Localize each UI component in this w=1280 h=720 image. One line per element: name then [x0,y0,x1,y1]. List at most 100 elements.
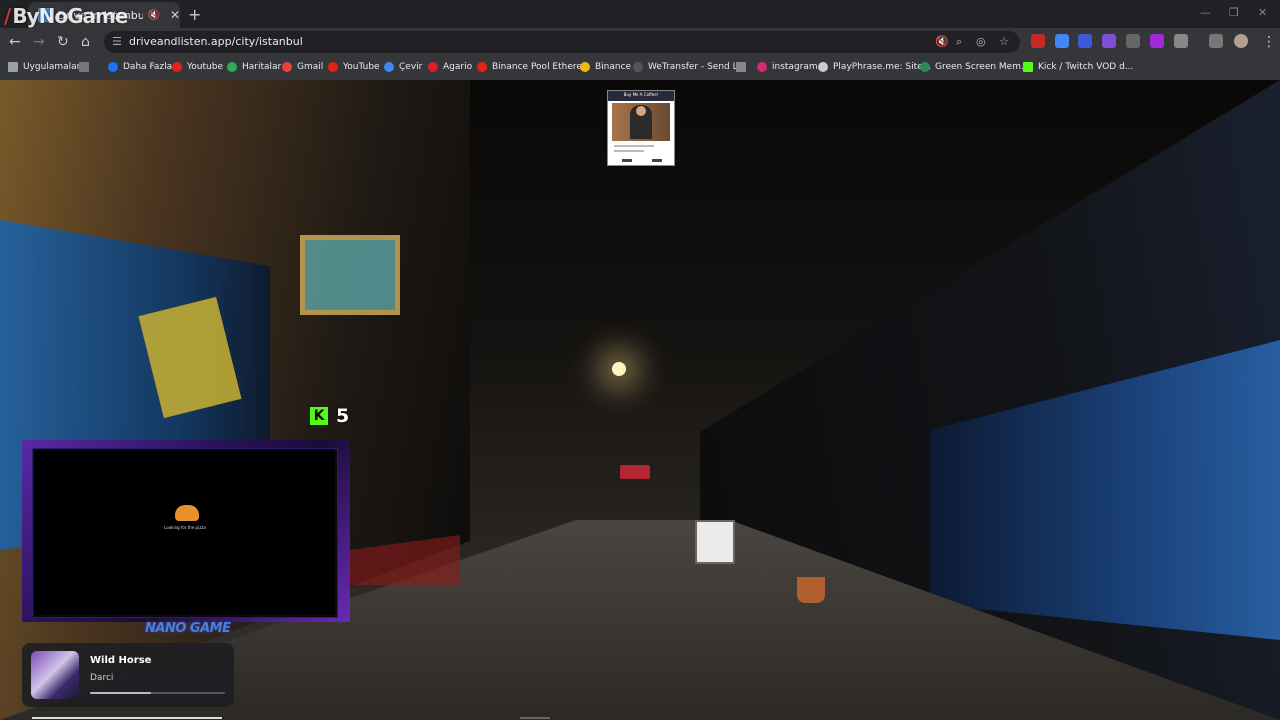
donate-button[interactable] [622,159,632,162]
kick-logo-icon: K [310,407,328,425]
bookmark-youtube-1[interactable]: Youtube [172,62,223,72]
audio-extension-icon[interactable] [1078,34,1092,48]
apps-grid-icon [8,62,18,72]
bookmarks-bar: Uygulamalar Daha Fazla Youtube Haritalar… [0,56,1280,81]
bookmark-instagram[interactable]: instagram [757,62,818,72]
bookmark-gmail[interactable]: Gmail [282,62,323,72]
bookmark-label: Binance [595,62,632,72]
bookmark-label: Agario [443,62,473,72]
bookmark-apps-grid[interactable] [79,62,94,72]
restore-window-icon[interactable]: ❐ [1229,6,1239,19]
reading-list-icon[interactable] [1209,34,1223,48]
now-playing-widget: Wild Horse Darci [22,643,234,707]
sandwich-board [695,520,735,564]
youtube-icon [477,62,487,72]
bookmark-apps[interactable]: Uygulamalar [8,62,80,72]
bookmark-daha-fazla[interactable]: Daha Fazla [108,62,172,72]
grid-icon [79,62,89,72]
new-tab-button[interactable]: + [188,5,201,24]
donate-text-line [614,150,644,152]
donate-button[interactable] [652,159,662,162]
bookmark-green-screen[interactable]: Green Screen Mem... [920,62,1030,72]
bookmark-youtube-2[interactable]: YouTube [328,62,380,72]
bookmark-label: WeTransfer - Send L... [648,62,747,72]
bookmark-label: Binance Pool Ethere... [492,62,591,72]
url-text[interactable]: driveandlisten.app/city/istanbul [129,35,303,48]
donation-qr-panel[interactable]: Buy Me A Coffee! [607,90,675,166]
youtube-icon [328,62,338,72]
streamer-name-logo: NANO GAME [145,621,231,636]
watermark-text: ByNoGame [12,4,128,28]
bookmark-wetransfer[interactable]: WeTransfer - Send L... [633,62,746,72]
bookmark-label: Çevir [399,62,423,72]
mute-tab-icon[interactable]: 🔇 [147,10,159,21]
tracking-hidden-icon[interactable]: ◎ [976,35,986,48]
address-bar[interactable]: ☰ driveandlisten.app/city/istanbul 🔇 ⌕ ◎… [104,31,1020,53]
video-progress-marker [520,717,550,719]
home-icon[interactable]: ⌂ [81,34,90,50]
pen-extension-icon[interactable] [1102,34,1116,48]
bynogame-watermark: / ByNoGame [4,4,128,28]
cyan-sign [300,235,400,315]
profile-avatar[interactable] [1234,34,1248,48]
maps-icon [227,62,237,72]
no-sound-icon[interactable]: 🔇 [935,35,949,48]
street-lamp [612,362,626,376]
bookmark-label: Daha Fazla [123,62,173,72]
bookmark-label: Kick / Twitch VOD d... [1038,62,1134,72]
bookmark-binance[interactable]: Binance [580,62,631,72]
kick-icon [1023,62,1033,72]
red-lights [620,465,650,479]
reload-icon[interactable]: ↻ [57,34,69,50]
image-extension-icon[interactable] [1126,34,1140,48]
album-art [31,651,79,699]
bookmark-cevir[interactable]: Çevir [384,62,422,72]
minimize-window-icon[interactable]: — [1200,6,1211,19]
forward-icon[interactable]: → [33,34,45,50]
bookmark-agario[interactable]: Agario [428,62,472,72]
plant-pot [797,577,825,603]
webcam-screen: Looking for the pizza [32,448,338,618]
bookmark-label: YouTube [343,62,380,72]
track-progress-bar [90,692,225,694]
back-icon[interactable]: ← [9,34,21,50]
pizza-loading-icon [175,505,199,521]
extension-new-icon[interactable] [1031,34,1045,48]
bookmark-kick-vod[interactable]: Kick / Twitch VOD d... [1023,62,1133,72]
webcam-loading-text: Looking for the pizza [164,525,206,530]
bookmark-haritalar[interactable]: Haritalar [227,62,281,72]
playphrase-icon [818,62,828,72]
bookmark-binance-pool[interactable]: Binance Pool Ethere... [477,62,591,72]
browser-toolbar: ← → ↻ ⌂ ☰ driveandlisten.app/city/istanb… [0,28,1280,56]
menu-kebab-icon[interactable]: ⋮ [1262,34,1276,50]
instagram-icon [757,62,767,72]
bookmark-label: instagram [772,62,818,72]
site-info-icon[interactable]: ☰ [112,35,122,48]
kick-viewer-badge: K 5 [310,405,349,427]
close-window-icon[interactable]: ✕ [1258,6,1267,19]
bookmark-label: Haritalar [242,62,282,72]
agario-icon [428,62,438,72]
track-progress-fill [90,692,151,694]
bookmark-label: Youtube [187,62,223,72]
wetransfer-icon [633,62,643,72]
donate-person-face [636,106,646,116]
binance-icon [580,62,590,72]
translate-extension-icon[interactable] [1055,34,1069,48]
twitch-extension-icon[interactable] [1150,34,1164,48]
bookmark-playphrase[interactable]: PlayPhrase.me: Site... [818,62,931,72]
video-progress-bar[interactable] [32,717,222,719]
track-artist: Darci [90,673,114,683]
translate-icon [384,62,394,72]
bookmark-unnamed[interactable] [736,62,751,72]
youtube-icon [172,62,182,72]
donate-title: Buy Me A Coffee! [623,92,659,97]
bookmark-label: Gmail [297,62,324,72]
extensions-puzzle-icon[interactable] [1174,34,1188,48]
track-title: Wild Horse [90,655,152,666]
close-tab-icon[interactable]: ✕ [170,8,180,22]
tab-bar: Drive in Istanbul, Turkey - Drive 🔇 ✕ + … [0,0,1280,28]
zoom-icon[interactable]: ⌕ [956,35,962,49]
bookmark-label: Uygulamalar [23,62,81,72]
bookmark-star-icon[interactable]: ☆ [999,35,1009,48]
